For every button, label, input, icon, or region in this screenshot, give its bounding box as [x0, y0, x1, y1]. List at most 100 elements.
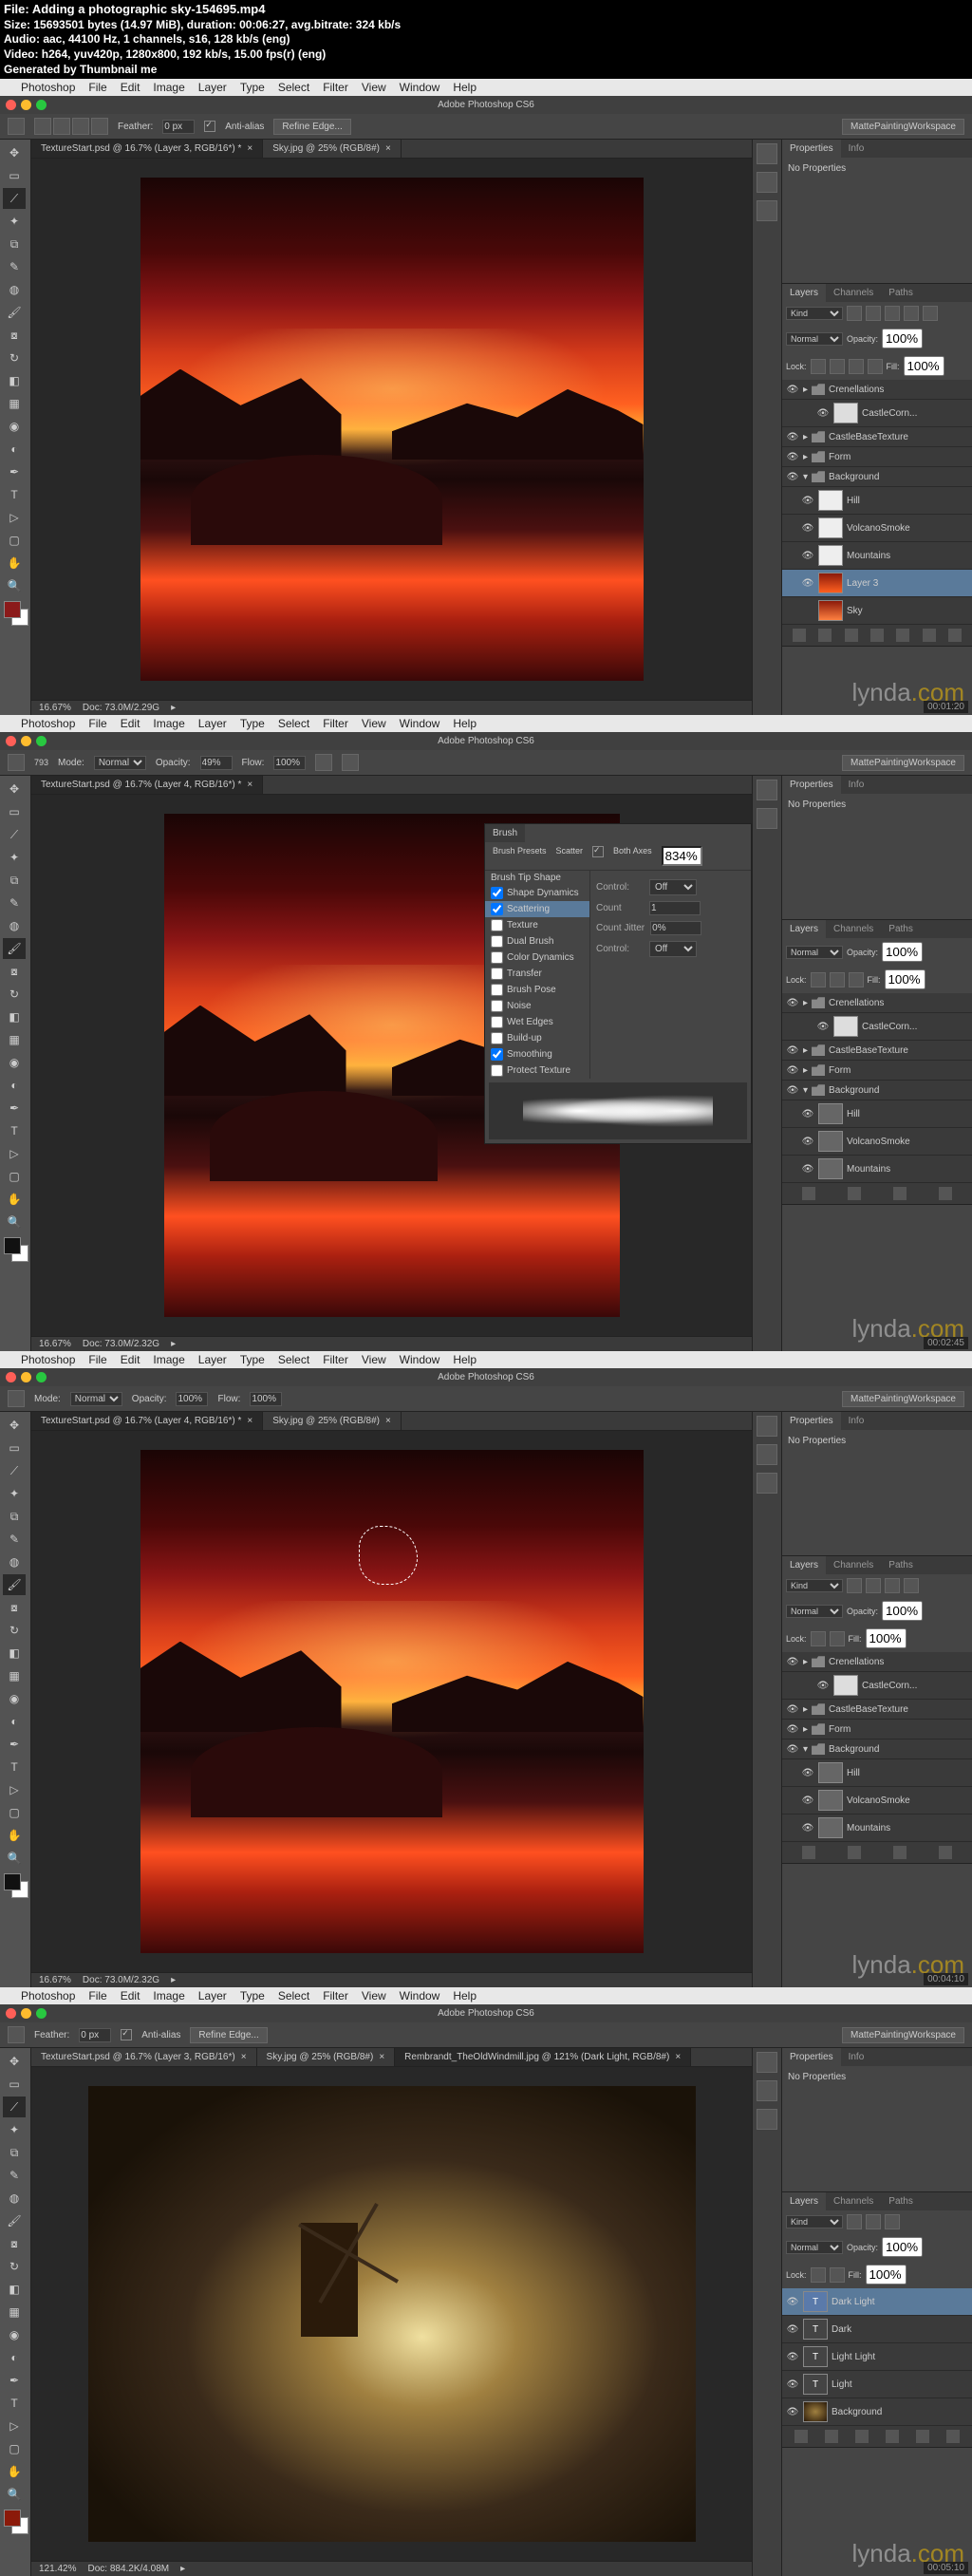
wand-tool[interactable]: ✦ — [3, 1483, 26, 1504]
trash-icon[interactable] — [939, 1846, 952, 1859]
properties-tab[interactable]: Properties — [782, 776, 841, 794]
zoom-tool[interactable]: 🔍 — [3, 575, 26, 596]
layer-castlecorn[interactable]: 👁CastleCorn... — [782, 1672, 972, 1700]
gradient-tool[interactable]: ▦ — [3, 393, 26, 414]
type-tool[interactable]: T — [3, 1120, 26, 1141]
blend-mode-select[interactable]: Normal — [786, 2241, 843, 2254]
panel-icon[interactable] — [757, 2080, 777, 2101]
hand-tool[interactable]: ✋ — [3, 2461, 26, 2482]
history-brush-tool[interactable]: ↻ — [3, 1620, 26, 1641]
path-tool[interactable]: ▷ — [3, 1143, 26, 1164]
menu-image[interactable]: Image — [153, 1989, 184, 2003]
menu-edit[interactable]: Edit — [121, 81, 140, 94]
menu-file[interactable]: File — [88, 81, 106, 94]
feather-input[interactable] — [162, 120, 195, 134]
menu-window[interactable]: Window — [400, 81, 440, 94]
close-icon[interactable]: × — [675, 2052, 681, 2062]
channels-tab[interactable]: Channels — [826, 920, 881, 938]
menu-layer[interactable]: Layer — [198, 717, 227, 730]
layer-group-background[interactable]: 👁▾Background — [782, 1081, 972, 1100]
heal-tool[interactable]: ◍ — [3, 915, 26, 936]
dodge-tool[interactable]: ◐ — [3, 439, 26, 460]
kind-select[interactable]: Kind — [786, 1579, 843, 1592]
menu-photoshop[interactable]: Photoshop — [21, 717, 75, 730]
expand-icon[interactable]: ▾ — [803, 472, 808, 482]
color-swatches[interactable] — [2, 1873, 28, 1902]
layer-mountains[interactable]: 👁Mountains — [782, 1814, 972, 1842]
visibility-icon[interactable]: 👁 — [786, 2350, 799, 2363]
lock-icon[interactable] — [830, 972, 845, 987]
fx-icon[interactable] — [802, 1846, 815, 1859]
channels-tab[interactable]: Channels — [826, 1556, 881, 1574]
type-tool[interactable]: T — [3, 484, 26, 505]
layer-hill[interactable]: 👁Hill — [782, 1100, 972, 1128]
info-tab[interactable]: Info — [841, 1412, 872, 1430]
opacity-input[interactable] — [882, 942, 923, 962]
type-tool[interactable]: T — [3, 2393, 26, 2414]
flow-input[interactable] — [273, 756, 306, 770]
transfer-option[interactable]: Transfer — [485, 966, 589, 982]
opacity-input[interactable] — [176, 1392, 208, 1406]
expand-icon[interactable]: ▸ — [803, 385, 808, 395]
layer-group-crenellations[interactable]: 👁▸Crenellations — [782, 1652, 972, 1672]
filter-shape-icon[interactable] — [904, 306, 919, 321]
heal-tool[interactable]: ◍ — [3, 279, 26, 300]
pen-tool[interactable]: ✒ — [3, 1734, 26, 1755]
layer-dark-light[interactable]: 👁TDark Light — [782, 2288, 972, 2316]
close-icon[interactable]: × — [247, 1416, 252, 1426]
crop-tool[interactable]: ⧉ — [3, 1506, 26, 1527]
layer-group-castlebase[interactable]: 👁▸CastleBaseTexture — [782, 1700, 972, 1720]
menu-file[interactable]: File — [88, 717, 106, 730]
menu-photoshop[interactable]: Photoshop — [21, 1989, 75, 2003]
adj-icon[interactable] — [870, 629, 884, 642]
visibility-icon[interactable]: 👁 — [801, 1135, 814, 1148]
crop-tool[interactable]: ⧉ — [3, 870, 26, 891]
layer-mountains[interactable]: 👁Mountains — [782, 1156, 972, 1183]
canvas[interactable] — [88, 2086, 696, 2542]
dodge-tool[interactable]: ◐ — [3, 1711, 26, 1732]
trash-icon[interactable] — [939, 1187, 952, 1200]
move-tool[interactable]: ✥ — [3, 779, 26, 799]
brush-size-label[interactable]: 793 — [34, 758, 48, 767]
shape-tool[interactable]: ▢ — [3, 1802, 26, 1823]
expand-icon[interactable]: ▸ — [803, 432, 808, 442]
marquee-tool[interactable]: ▭ — [3, 2074, 26, 2095]
airbrush-icon[interactable] — [315, 754, 332, 771]
visibility-icon[interactable]: 👁 — [786, 470, 799, 483]
filter-icon[interactable] — [904, 1578, 919, 1593]
lock-icon[interactable] — [830, 1631, 845, 1646]
opacity-input[interactable] — [882, 2237, 923, 2257]
brush-panel-tab[interactable]: Brush — [485, 824, 525, 842]
menu-view[interactable]: View — [362, 1989, 386, 2003]
fx-icon[interactable] — [802, 1187, 815, 1200]
shape-dynamics-option[interactable]: Shape Dynamics — [485, 885, 589, 901]
pen-tool[interactable]: ✒ — [3, 461, 26, 482]
eyedropper-tool[interactable]: ✎ — [3, 1529, 26, 1550]
paths-tab[interactable]: Paths — [881, 2192, 921, 2210]
close-icon[interactable]: × — [379, 2052, 384, 2062]
layer-group-form[interactable]: 👁▸Form — [782, 447, 972, 467]
layers-tab[interactable]: Layers — [782, 284, 826, 302]
layer-mountains[interactable]: 👁Mountains — [782, 542, 972, 570]
layer-castlecorn[interactable]: 👁CastleCorn... — [782, 400, 972, 427]
menu-filter[interactable]: Filter — [323, 81, 348, 94]
color-swatches[interactable] — [2, 1237, 28, 1266]
fx-icon[interactable] — [794, 2430, 808, 2443]
visibility-icon[interactable]: 👁 — [816, 1679, 830, 1692]
menu-layer[interactable]: Layer — [198, 1353, 227, 1366]
visibility-icon[interactable]: 👁 — [801, 521, 814, 535]
noise-option[interactable]: Noise — [485, 998, 589, 1014]
menu-type[interactable]: Type — [240, 81, 265, 94]
visibility-icon[interactable]: 👁 — [786, 2405, 799, 2418]
close-icon[interactable]: × — [247, 780, 252, 790]
shape-tool[interactable]: ▢ — [3, 1166, 26, 1187]
lasso-tool[interactable]: ⟋ — [3, 1460, 26, 1481]
layer-dark[interactable]: 👁TDark — [782, 2316, 972, 2343]
blend-mode-select[interactable]: Normal — [94, 756, 146, 770]
visibility-icon[interactable]: 👁 — [801, 576, 814, 590]
visibility-icon[interactable]: 👁 — [786, 1655, 799, 1668]
new-layer-icon[interactable] — [916, 2430, 929, 2443]
close-icon[interactable]: × — [385, 1416, 391, 1426]
new-layer-icon[interactable] — [893, 1846, 907, 1859]
properties-tab[interactable]: Properties — [782, 1412, 841, 1430]
